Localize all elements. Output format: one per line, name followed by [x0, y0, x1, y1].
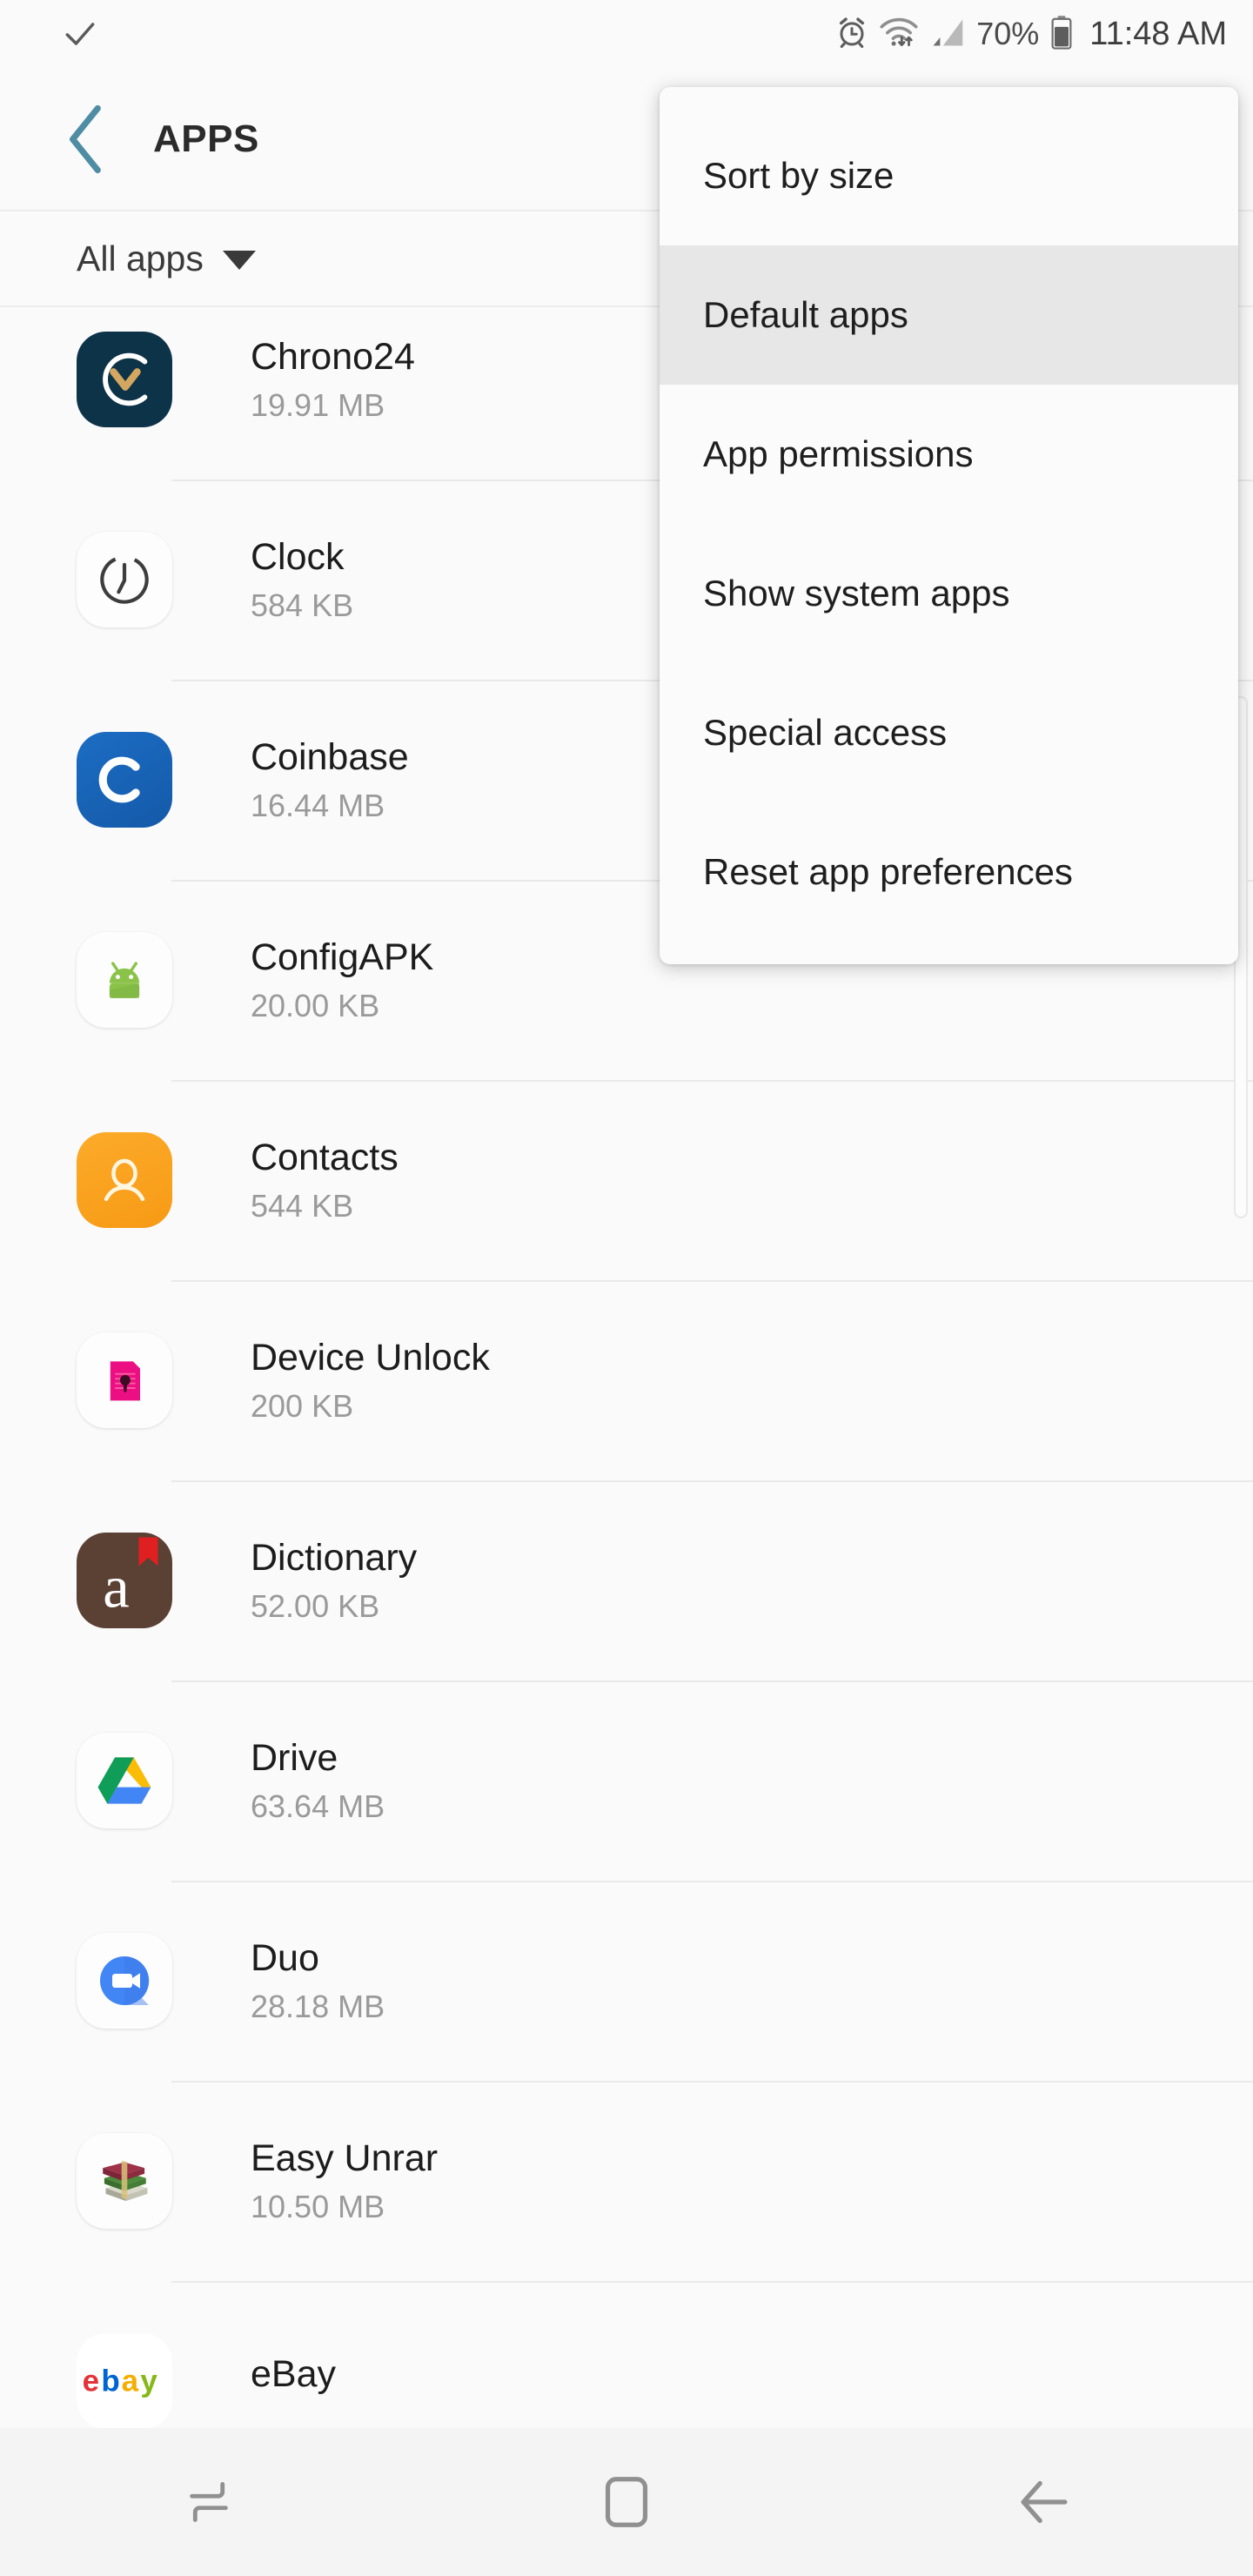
- app-name: Drive: [251, 1736, 338, 1779]
- app-name: Contacts: [251, 1136, 399, 1178]
- device-unlock-icon: [77, 1332, 172, 1428]
- svg-text:a: a: [103, 1553, 130, 1620]
- nav-back-icon[interactable]: [835, 2428, 1253, 2576]
- filter-label: All apps: [77, 238, 204, 278]
- app-name: Device Unlock: [251, 1336, 490, 1379]
- ebay-icon: e b a y: [77, 2333, 172, 2428]
- android-icon: [77, 932, 172, 1028]
- app-name: eBay: [251, 2353, 337, 2396]
- menu-item-default-apps[interactable]: Default apps: [660, 245, 1238, 385]
- list-item-text: eBay: [251, 2355, 336, 2406]
- list-item-text: Drive 63.64 MB: [251, 1736, 385, 1824]
- list-item-text: Chrono24 19.91 MB: [251, 335, 415, 423]
- svg-text:y: y: [140, 2365, 157, 2398]
- status-bar: 70% 11:48 AM: [0, 0, 1253, 68]
- list-item-text: Device Unlock 200 KB: [251, 1338, 490, 1423]
- home-icon[interactable]: [418, 2428, 835, 2576]
- dictionary-icon: a: [77, 1533, 172, 1628]
- app-size: 200 KB: [251, 1387, 354, 1424]
- app-name: ConfigAPK: [251, 936, 434, 978]
- menu-item-show-system-apps[interactable]: Show system apps: [660, 524, 1238, 663]
- list-item-text: Duo 28.18 MB: [251, 1936, 385, 2024]
- app-name: Chrono24: [251, 335, 415, 378]
- list-item-text: Contacts 544 KB: [251, 1136, 399, 1224]
- list-item[interactable]: Drive 63.64 MB: [0, 1680, 1253, 1881]
- app-size: 544 KB: [251, 1187, 354, 1224]
- svg-text:e: e: [83, 2365, 99, 2398]
- app-name: Dictionary: [251, 1536, 418, 1579]
- contacts-icon: [77, 1132, 172, 1228]
- google-duo-icon: [77, 1933, 172, 2029]
- chrono24-icon: [77, 332, 172, 427]
- app-size: 19.91 MB: [251, 386, 385, 423]
- list-item-text: Easy Unrar 10.50 MB: [251, 2137, 439, 2224]
- battery-icon: [1049, 15, 1074, 54]
- menu-item-sort-by-size[interactable]: Sort by size: [660, 106, 1238, 245]
- svg-text:a: a: [122, 2365, 139, 2398]
- list-item[interactable]: e b a y eBay: [0, 2281, 1253, 2428]
- menu-item-label: Show system apps: [703, 573, 1010, 614]
- menu-item-label: App permissions: [703, 433, 974, 474]
- google-drive-icon: [77, 1733, 172, 1828]
- easy-unrar-icon: [77, 2133, 172, 2229]
- app-name: Clock: [251, 535, 345, 578]
- caret-down-icon: [222, 251, 256, 270]
- app-size: 52.00 KB: [251, 1587, 380, 1624]
- navigation-bar: [0, 2428, 1253, 2576]
- menu-item-label: Special access: [703, 712, 948, 753]
- list-item[interactable]: Contacts 544 KB: [0, 1080, 1253, 1280]
- clock-icon: [77, 532, 172, 627]
- all-apps-filter-dropdown[interactable]: All apps: [77, 238, 256, 279]
- overflow-menu: Sort by size Default apps App permission…: [660, 87, 1238, 964]
- battery-percent: 70%: [976, 16, 1040, 51]
- menu-item-label: Default apps: [703, 294, 908, 335]
- menu-item-app-permissions[interactable]: App permissions: [660, 385, 1238, 524]
- menu-item-reset-app-preferences[interactable]: Reset app preferences: [660, 802, 1238, 942]
- wifi-icon: [879, 16, 919, 53]
- app-size: 10.50 MB: [251, 2188, 385, 2224]
- list-item-text: Clock 584 KB: [251, 535, 354, 623]
- clock-time: 11:48 AM: [1089, 15, 1227, 52]
- app-size: 16.44 MB: [251, 787, 385, 823]
- menu-item-special-access[interactable]: Special access: [660, 663, 1238, 802]
- status-bar-left: [61, 15, 835, 53]
- coinbase-icon: [77, 732, 172, 828]
- app-size: 584 KB: [251, 587, 354, 623]
- app-size: 20.00 KB: [251, 987, 380, 1023]
- list-item-text: ConfigAPK 20.00 KB: [251, 936, 434, 1023]
- alarm-icon: [835, 16, 868, 53]
- recents-icon[interactable]: [0, 2428, 418, 2576]
- app-name: Easy Unrar: [251, 2137, 439, 2179]
- list-item-text: Coinbase 16.44 MB: [251, 735, 409, 823]
- back-chevron-icon[interactable]: [35, 87, 139, 191]
- app-name: Duo: [251, 1936, 319, 1979]
- phone-screen: 70% 11:48 AM APPS All apps Chrono24 19.9…: [0, 0, 1253, 2576]
- app-size: 63.64 MB: [251, 1788, 385, 1824]
- app-name: Coinbase: [251, 735, 409, 778]
- list-item[interactable]: Device Unlock 200 KB: [0, 1280, 1253, 1480]
- svg-text:b: b: [101, 2365, 119, 2398]
- page-title: APPS: [153, 117, 259, 160]
- list-item[interactable]: a Dictionary 52.00 KB: [0, 1480, 1253, 1680]
- list-item[interactable]: Easy Unrar 10.50 MB: [0, 2081, 1253, 2281]
- list-item-text: Dictionary 52.00 KB: [251, 1536, 418, 1624]
- menu-item-label: Reset app preferences: [703, 851, 1073, 892]
- status-bar-right: 70% 11:48 AM: [835, 15, 1227, 54]
- signal-icon: [929, 16, 966, 53]
- menu-item-label: Sort by size: [703, 155, 895, 196]
- app-size: 28.18 MB: [251, 1988, 385, 2024]
- list-item[interactable]: Duo 28.18 MB: [0, 1881, 1253, 2081]
- checkmark-icon: [61, 15, 99, 53]
